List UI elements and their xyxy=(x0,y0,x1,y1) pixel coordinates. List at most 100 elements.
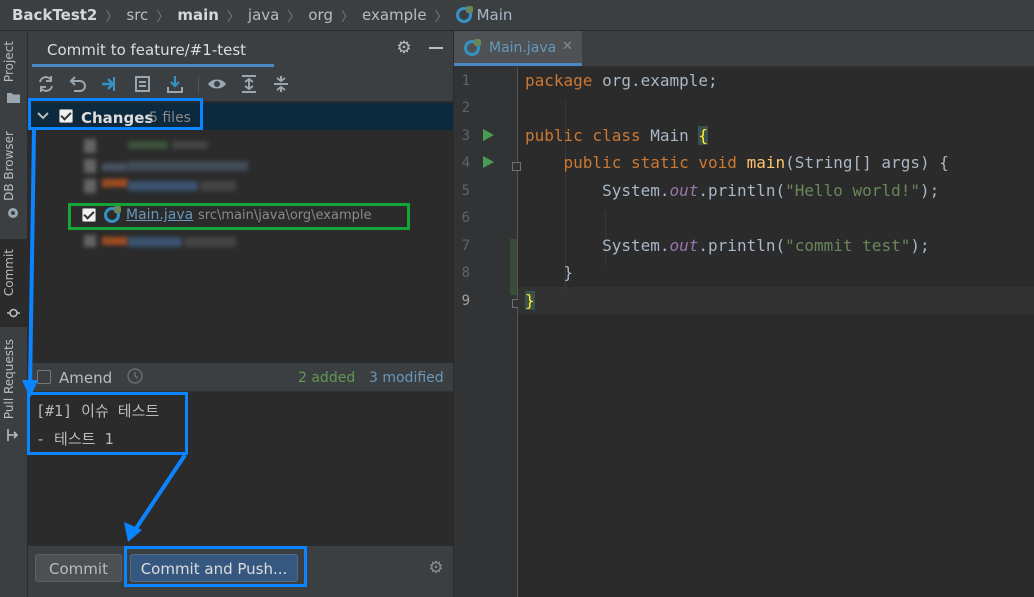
file-path: src\main\java\org\example xyxy=(198,208,372,223)
modified-count: 3 modified xyxy=(369,370,444,386)
commit-icon xyxy=(7,308,20,318)
redacted-block xyxy=(128,237,182,247)
chevron-right-icon: 〉 xyxy=(105,9,119,25)
line-number: 1 xyxy=(461,73,470,89)
commit-button[interactable]: Commit xyxy=(35,554,122,582)
redacted-block xyxy=(128,181,198,191)
navigation-bar: BackTest2 〉 src 〉 main 〉 java 〉 org 〉 ex… xyxy=(0,0,1034,31)
db-icon xyxy=(8,208,18,218)
code-line-5: System.out.println("Hello world!"); xyxy=(602,181,940,200)
chevron-down-icon[interactable] xyxy=(36,108,50,122)
line-number: 8 xyxy=(461,265,470,281)
line-number: 6 xyxy=(461,210,470,226)
vcs-change-marker[interactable] xyxy=(510,239,517,295)
tool-tab-pull-requests-label: Pull Requests xyxy=(2,339,16,420)
editor-tab-main-java[interactable]: Main.java ✕ xyxy=(454,31,582,66)
changes-tree: Changes 5 files Main.java src\main\java\… xyxy=(28,101,453,369)
line-number: 5 xyxy=(461,183,470,199)
clock-icon[interactable] xyxy=(126,367,144,385)
code-line-1: package org.example; xyxy=(525,71,718,90)
commit-and-push-button[interactable]: Commit and Push... xyxy=(130,554,298,582)
code-line-8: } xyxy=(525,263,574,282)
run-icon[interactable] xyxy=(483,129,494,141)
amend-checkbox[interactable] xyxy=(37,370,51,384)
code-line-4: public static void main(String[] args) { xyxy=(563,153,949,172)
collapse-all-icon[interactable] xyxy=(270,73,292,95)
redacted-block xyxy=(84,159,96,173)
commit-actions-bar: Commit Commit and Push... ⚙ xyxy=(28,546,453,597)
redacted-block xyxy=(184,237,236,247)
gear-icon[interactable]: ⚙ xyxy=(395,39,413,57)
commit-panel: Commit to feature/#1-test ⚙ Changes 5 fi… xyxy=(28,31,454,597)
active-tab-indicator xyxy=(32,64,274,67)
pull-request-icon xyxy=(7,429,19,441)
breadcrumb-main-class[interactable]: Main xyxy=(477,6,513,24)
breadcrumb-src[interactable]: src xyxy=(126,6,148,24)
show-diff-icon[interactable] xyxy=(132,73,154,95)
minimize-icon[interactable] xyxy=(429,47,443,49)
tool-tab-project-label: Project xyxy=(2,41,16,83)
current-line-highlight xyxy=(518,287,1034,314)
class-icon xyxy=(455,6,473,23)
redacted-block xyxy=(84,235,96,247)
toolbar-separator xyxy=(198,77,199,93)
editor-tab-bar: Main.java ✕ xyxy=(454,31,1034,67)
editor-gutter: 1 2 3 4 5 6 7 8 9 xyxy=(454,67,521,597)
active-tab-indicator xyxy=(454,63,582,66)
expand-all-icon[interactable] xyxy=(238,73,260,95)
code-area[interactable]: package org.example; public class Main {… xyxy=(518,67,1034,597)
commit-message-input[interactable]: [#1] 이슈 테스트 - 테스트 1 xyxy=(28,391,453,547)
file-checkbox[interactable] xyxy=(82,208,96,222)
amend-bar: Amend 2 added 3 modified xyxy=(28,363,453,391)
close-icon[interactable]: ✕ xyxy=(562,39,573,54)
commit-panel-title[interactable]: Commit to feature/#1-test xyxy=(47,41,246,59)
line-number: 9 xyxy=(461,293,470,309)
breadcrumb-project[interactable]: BackTest2 xyxy=(12,6,97,24)
view-options-icon[interactable] xyxy=(206,73,228,95)
line-number: 7 xyxy=(461,238,470,254)
redacted-block xyxy=(128,161,248,171)
redacted-block xyxy=(128,141,168,149)
tool-tab-pull-requests[interactable]: Pull Requests xyxy=(0,333,27,445)
code-editor: Main.java ✕ 1 2 3 4 5 6 7 8 9 package or… xyxy=(454,31,1034,597)
redacted-block xyxy=(172,141,208,149)
code-line-9: } xyxy=(525,291,535,310)
redacted-block xyxy=(84,179,96,193)
line-number: 4 xyxy=(461,155,470,171)
redacted-block xyxy=(102,237,128,245)
amend-label[interactable]: Amend xyxy=(59,369,112,387)
breadcrumb-main[interactable]: main xyxy=(177,6,219,24)
selected-file-row[interactable]: Main.java src\main\java\org\example xyxy=(68,204,453,226)
shelve-icon[interactable] xyxy=(164,73,186,95)
chevron-right-icon: 〉 xyxy=(156,9,170,25)
tool-window-strip: Project DB Browser Commit Pull Requests xyxy=(0,31,28,597)
line-number: 2 xyxy=(461,100,470,116)
code-line-7: System.out.println("commit test"); xyxy=(602,236,930,255)
breadcrumb-org[interactable]: org xyxy=(308,6,333,24)
rollback-icon[interactable] xyxy=(66,73,88,95)
refresh-icon[interactable] xyxy=(35,73,57,95)
breadcrumb: BackTest2 〉 src 〉 main 〉 java 〉 org 〉 ex… xyxy=(12,0,512,30)
line-number: 3 xyxy=(461,128,470,144)
folder-icon xyxy=(7,93,20,103)
tool-tab-db-browser[interactable]: DB Browser xyxy=(0,127,27,227)
code-line-3: public class Main { xyxy=(525,126,709,145)
file-name: Main.java xyxy=(126,207,194,223)
commit-message-line: - 테스트 1 xyxy=(36,430,114,448)
chevron-right-icon: 〉 xyxy=(226,9,240,25)
update-icon[interactable] xyxy=(98,73,120,95)
tool-tab-commit[interactable]: Commit xyxy=(0,239,27,327)
tool-tab-project[interactable]: Project xyxy=(0,31,27,111)
changes-group-row[interactable]: Changes 5 files xyxy=(28,103,453,130)
breadcrumb-java[interactable]: java xyxy=(248,6,279,24)
redacted-block xyxy=(102,179,128,187)
tool-tab-db-browser-label: DB Browser xyxy=(2,131,16,201)
commit-panel-header: Commit to feature/#1-test ⚙ xyxy=(28,31,453,67)
java-class-icon xyxy=(104,206,121,223)
redacted-block xyxy=(200,181,236,191)
changes-checkbox[interactable] xyxy=(59,109,73,123)
commit-options-gear-icon[interactable]: ⚙ xyxy=(427,559,445,577)
run-icon[interactable] xyxy=(483,156,494,168)
breadcrumb-example[interactable]: example xyxy=(362,6,427,24)
chevron-right-icon: 〉 xyxy=(287,9,301,25)
